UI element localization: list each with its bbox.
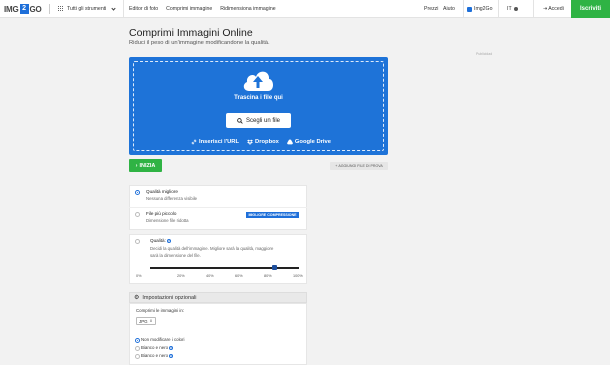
google-drive-icon <box>286 139 293 145</box>
chevron-right-icon: › <box>135 162 138 169</box>
help-icon[interactable]: ? <box>169 353 174 358</box>
language-label: IT <box>507 6 512 12</box>
divider <box>498 0 499 18</box>
quality-title: Qualità:? <box>150 238 171 243</box>
login-label: Accedi <box>548 6 564 12</box>
divider <box>533 0 534 18</box>
url-source-button[interactable]: Inserisci l'URL <box>191 139 239 145</box>
optional-settings-title: Impostazioni opzionali <box>142 294 197 301</box>
keep-colors-radio[interactable] <box>135 338 140 343</box>
start-button[interactable]: › INIZIA <box>129 159 162 172</box>
divider <box>129 207 307 208</box>
smaller-file-desc: Dimensione file ridotta <box>146 218 189 223</box>
dropbox-icon <box>247 139 254 145</box>
divider <box>48 4 50 14</box>
quality-title-text: Qualità: <box>150 238 166 243</box>
quality-radio[interactable] <box>135 239 140 244</box>
bw-radio-2[interactable] <box>135 354 140 359</box>
add-sample-file-button[interactable]: + AGGIUNGI FILE DI PROVA <box>330 162 388 170</box>
quality-desc-line1: Decidi la qualità dell'immagine. Miglior… <box>150 246 274 251</box>
nav-links: Editor di foto Comprimi immagine Ridimen… <box>129 0 276 18</box>
all-tools-label: Tutti gli strumenti <box>67 6 107 12</box>
upload-sources: Inserisci l'URL Dropbox Google Drive <box>191 139 331 145</box>
page-title: Comprimi Immagini Online <box>129 27 253 39</box>
page-subtitle: Riduci il peso di un'immagine modificand… <box>129 40 270 46</box>
nav-help[interactable]: Aiuto <box>443 0 455 18</box>
nav-link-compress[interactable]: Comprimi immagine <box>166 6 212 12</box>
help-link[interactable]: Aiuto <box>443 6 455 12</box>
best-quality-title: Qualità migliore <box>146 189 178 194</box>
quality-desc-line2: sarà la dimensione del file. <box>150 253 201 258</box>
ad-label: Publicidad <box>476 52 493 56</box>
optional-settings-header[interactable]: ⚙ Impostazioni opzionali <box>129 292 307 303</box>
tick-label: 60% <box>235 274 243 278</box>
nav-brand[interactable]: Img2Go <box>467 0 492 18</box>
tick-label: 80% <box>264 274 272 278</box>
nav-link-resize[interactable]: Ridimensiona immagine <box>220 6 275 12</box>
upload-cloud-icon <box>243 71 273 91</box>
smaller-file-radio[interactable] <box>135 212 140 217</box>
top-nav: IMG 2 GO Tutti gli strumenti Editor di f… <box>0 0 610 18</box>
bw-label: Bianco e nero? <box>141 345 174 350</box>
help-icon[interactable]: ? <box>166 238 171 243</box>
signup-button[interactable]: Iscriviti <box>571 0 610 18</box>
best-quality-radio[interactable] <box>135 190 140 195</box>
choose-file-label: Scegli un file <box>245 117 281 124</box>
language-icon <box>513 7 518 11</box>
smaller-file-title: File più piccolo <box>146 211 177 216</box>
link-icon <box>191 139 197 145</box>
logo-text-mid: 2 <box>19 4 29 14</box>
divider <box>463 0 464 18</box>
best-quality-desc: Nessuna differenza visibile <box>146 196 198 201</box>
brand-link: Img2Go <box>474 6 493 12</box>
logo-text-left: IMG <box>4 4 19 14</box>
bw-label-2: Bianco e nero? <box>141 353 174 358</box>
divider <box>123 0 124 18</box>
nav-prices[interactable]: Prezzi <box>424 0 438 18</box>
compress-format-label: Comprimi le immagini in: <box>136 308 185 313</box>
language-selector[interactable]: IT <box>507 0 518 18</box>
img2go-icon <box>467 6 472 12</box>
bw-label-text: Bianco e nero <box>141 345 169 350</box>
nav-link-photo-editor[interactable]: Editor di foto <box>129 6 158 12</box>
url-source-label: Inserisci l'URL <box>199 139 240 145</box>
logo-text-right: GO <box>29 4 42 14</box>
quality-slider-handle[interactable] <box>272 265 277 270</box>
login-link[interactable]: ⇥ Accedi <box>543 0 564 18</box>
help-icon[interactable]: ? <box>169 345 174 350</box>
prices-link[interactable]: Prezzi <box>424 6 438 12</box>
logo[interactable]: IMG 2 GO <box>4 4 50 14</box>
keep-colors-label: Non modificare i colori <box>141 337 185 342</box>
plus-icon: + <box>335 164 338 168</box>
tick-label: 20% <box>177 274 185 278</box>
drop-files-text: Trascina i file qui <box>234 95 283 101</box>
format-select-value: JPG <box>139 318 148 324</box>
select-arrows-icon: ⇕ <box>149 319 153 323</box>
start-label: INIZIA <box>139 162 156 169</box>
tick-label: 40% <box>206 274 214 278</box>
choose-file-button[interactable]: Scegli un file <box>226 113 291 128</box>
best-compression-badge: MIGLIORE COMPRESSIONE <box>246 212 299 218</box>
tick-label: 0% <box>136 274 142 278</box>
search-icon <box>237 117 243 124</box>
dropbox-source-label: Dropbox <box>255 139 279 145</box>
google-drive-source-label: Google Drive <box>294 139 331 145</box>
gears-icon: ⚙ <box>134 295 140 301</box>
all-tools-menu[interactable]: Tutti gli strumenti <box>58 0 116 18</box>
grid-icon <box>58 6 64 12</box>
format-select[interactable]: JPG ⇕ <box>136 317 156 325</box>
bw-label-2-text: Bianco e nero <box>141 353 169 358</box>
dropbox-source-button[interactable]: Dropbox <box>247 139 279 145</box>
login-icon: ⇥ <box>543 6 548 12</box>
google-drive-source-button[interactable]: Google Drive <box>286 139 331 145</box>
add-sample-label: AGGIUNGI FILE DI PROVA <box>338 164 383 168</box>
tick-label: 100% <box>293 274 303 278</box>
chevron-down-icon <box>111 5 116 11</box>
bw-radio[interactable] <box>135 346 140 351</box>
